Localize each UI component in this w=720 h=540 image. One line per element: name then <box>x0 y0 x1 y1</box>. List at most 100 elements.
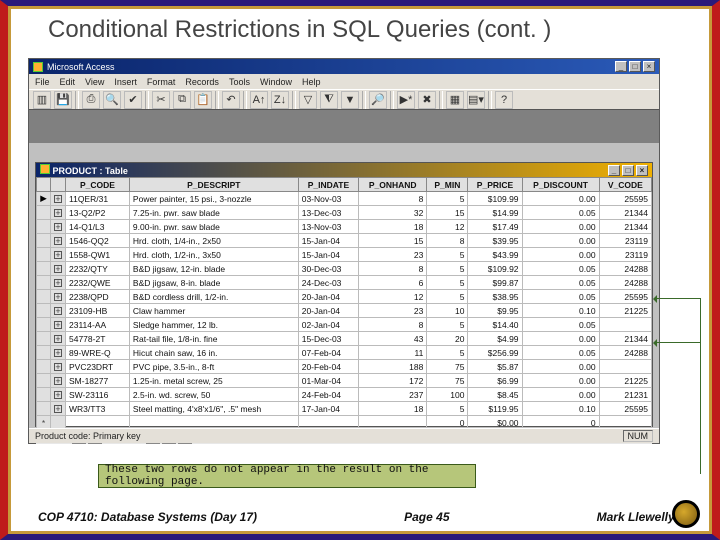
cell[interactable]: 23119 <box>599 234 651 248</box>
new-object-icon[interactable]: ▤▾ <box>467 91 485 109</box>
cell[interactable]: Sledge hammer, 12 lb. <box>129 318 298 332</box>
cell[interactable]: 2232/QTY <box>66 262 130 276</box>
cell[interactable]: 21231 <box>599 388 651 402</box>
table-row[interactable]: +54778-2TRat-tail file, 1/8-in. fine15-D… <box>37 332 652 346</box>
copy-icon[interactable]: ⧉ <box>173 91 191 109</box>
cell[interactable]: 5 <box>427 290 468 304</box>
cell[interactable]: 8 <box>359 192 427 206</box>
menu-insert[interactable]: Insert <box>114 77 137 87</box>
cell[interactable]: B&D jigsaw, 12-in. blade <box>129 262 298 276</box>
cell[interactable]: 25595 <box>599 402 651 416</box>
cell[interactable]: 0.10 <box>522 304 599 318</box>
apply-filter-icon[interactable]: ▼ <box>341 91 359 109</box>
cell[interactable]: $38.95 <box>468 290 522 304</box>
cell[interactable]: 0.00 <box>522 234 599 248</box>
cell[interactable]: Hrd. cloth, 1/4-in., 2x50 <box>129 234 298 248</box>
cell[interactable]: 07-Feb-04 <box>298 346 358 360</box>
cell[interactable]: 12 <box>427 220 468 234</box>
cell[interactable]: Claw hammer <box>129 304 298 318</box>
cell[interactable]: 0.00 <box>522 332 599 346</box>
cell[interactable]: B&D jigsaw, 8-in. blade <box>129 276 298 290</box>
expand-icon[interactable]: + <box>54 279 62 287</box>
menu-tools[interactable]: Tools <box>229 77 250 87</box>
tw-minimize[interactable]: _ <box>608 165 620 176</box>
cell[interactable]: 5 <box>427 402 468 416</box>
menu-format[interactable]: Format <box>147 77 176 87</box>
expand-icon[interactable]: + <box>54 405 62 413</box>
expand-icon[interactable]: + <box>54 209 62 217</box>
table-row[interactable]: +1546-QQ2Hrd. cloth, 1/4-in., 2x5015-Jan… <box>37 234 652 248</box>
cell[interactable]: 10 <box>427 304 468 318</box>
table-row[interactable]: +2232/QTYB&D jigsaw, 12-in. blade30-Dec-… <box>37 262 652 276</box>
table-row[interactable]: +14-Q1/L39.00-in. pwr. saw blade13-Nov-0… <box>37 220 652 234</box>
cell[interactable]: 11 <box>359 346 427 360</box>
sort-asc-icon[interactable]: A↑ <box>250 91 268 109</box>
cell[interactable]: 13-Nov-03 <box>298 220 358 234</box>
cell[interactable]: 24-Feb-04 <box>298 388 358 402</box>
cell[interactable]: 24288 <box>599 346 651 360</box>
menu-file[interactable]: File <box>35 77 50 87</box>
cell[interactable]: 21344 <box>599 332 651 346</box>
cell[interactable]: 13-Q2/P2 <box>66 206 130 220</box>
cell[interactable]: 15-Dec-03 <box>298 332 358 346</box>
menu-window[interactable]: Window <box>260 77 292 87</box>
cell[interactable]: $14.40 <box>468 318 522 332</box>
table-row[interactable]: +WR3/TT3Steel matting, 4'x8'x1/6", .5" m… <box>37 402 652 416</box>
expand-icon[interactable]: + <box>54 377 62 385</box>
expand-icon[interactable]: + <box>54 251 62 259</box>
cell[interactable]: 30-Dec-03 <box>298 262 358 276</box>
col-header[interactable]: P_INDATE <box>298 178 358 192</box>
help-icon[interactable]: ? <box>495 91 513 109</box>
cell[interactable]: 0.00 <box>522 220 599 234</box>
cell[interactable]: PVC pipe, 3.5-in., 8-ft <box>129 360 298 374</box>
close-button[interactable]: × <box>643 61 655 72</box>
menu-view[interactable]: View <box>85 77 104 87</box>
col-header[interactable]: P_DESCRIPT <box>129 178 298 192</box>
expand-icon[interactable]: + <box>54 293 62 301</box>
table-row[interactable]: +2238/QPDB&D cordless drill, 1/2-in.20-J… <box>37 290 652 304</box>
col-header[interactable]: P_ONHAND <box>359 178 427 192</box>
cell[interactable]: $6.99 <box>468 374 522 388</box>
cell[interactable]: 12 <box>359 290 427 304</box>
cell[interactable]: 0.10 <box>522 402 599 416</box>
table-row[interactable]: +2232/QWEB&D jigsaw, 8-in. blade24-Dec-0… <box>37 276 652 290</box>
cell[interactable]: 75 <box>427 374 468 388</box>
cell[interactable]: 23 <box>359 304 427 318</box>
expand-icon[interactable]: + <box>54 335 62 343</box>
cell[interactable]: 2.5-in. wd. screw, 50 <box>129 388 298 402</box>
expand-icon[interactable]: + <box>54 265 62 273</box>
cell[interactable]: $8.45 <box>468 388 522 402</box>
cell[interactable]: 6 <box>359 276 427 290</box>
cell[interactable]: $109.92 <box>468 262 522 276</box>
cell[interactable]: 0.00 <box>522 248 599 262</box>
cell[interactable]: 8 <box>427 234 468 248</box>
cell[interactable]: 2232/QWE <box>66 276 130 290</box>
table-row[interactable]: +23114-AASledge hammer, 12 lb.02-Jan-048… <box>37 318 652 332</box>
cell[interactable]: SM-18277 <box>66 374 130 388</box>
expand-icon[interactable]: + <box>54 363 62 371</box>
cell[interactable]: 15-Jan-04 <box>298 248 358 262</box>
cell[interactable]: 25595 <box>599 290 651 304</box>
cell[interactable]: 5 <box>427 346 468 360</box>
table-row[interactable]: +1558-QW1Hrd. cloth, 1/2-in., 3x5015-Jan… <box>37 248 652 262</box>
cell[interactable]: 1558-QW1 <box>66 248 130 262</box>
cell[interactable]: Steel matting, 4'x8'x1/6", .5" mesh <box>129 402 298 416</box>
menu-records[interactable]: Records <box>185 77 219 87</box>
filter-selection-icon[interactable]: ▽ <box>299 91 317 109</box>
cell[interactable]: $9.95 <box>468 304 522 318</box>
expand-icon[interactable]: + <box>54 195 62 203</box>
cell[interactable]: $39.95 <box>468 234 522 248</box>
paste-icon[interactable]: 📋 <box>194 91 212 109</box>
save-icon[interactable]: 💾 <box>54 91 72 109</box>
tw-close[interactable]: × <box>636 165 648 176</box>
cell[interactable]: 14-Q1/L3 <box>66 220 130 234</box>
table-row[interactable]: +SM-182771.25-in. metal screw, 2501-Mar-… <box>37 374 652 388</box>
cell[interactable]: 5 <box>427 192 468 206</box>
cell[interactable]: 0.05 <box>522 206 599 220</box>
cell[interactable]: $5.87 <box>468 360 522 374</box>
cell[interactable]: 15 <box>359 234 427 248</box>
cell[interactable]: 0.05 <box>522 262 599 276</box>
cell[interactable]: 20-Jan-04 <box>298 304 358 318</box>
menu-help[interactable]: Help <box>302 77 321 87</box>
cell[interactable]: 0.00 <box>522 388 599 402</box>
